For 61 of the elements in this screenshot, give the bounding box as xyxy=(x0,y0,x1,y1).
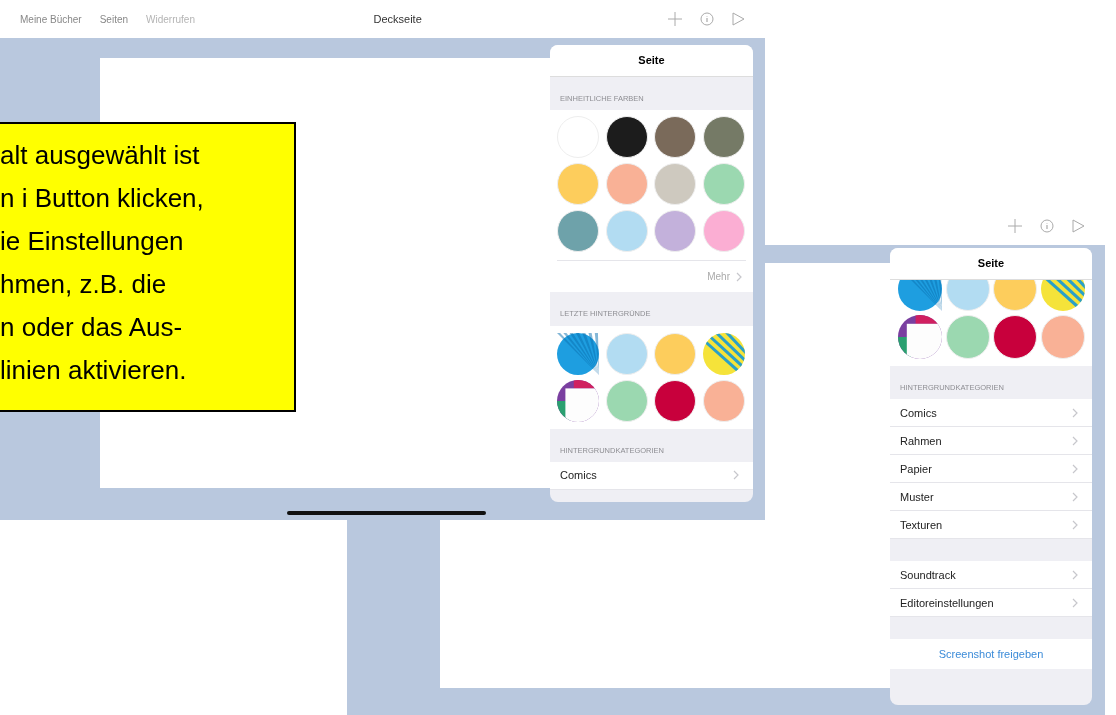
row-label: Comics xyxy=(560,468,597,483)
list-row[interactable]: Comics xyxy=(890,399,1092,428)
color-swatch[interactable] xyxy=(557,210,599,253)
color-swatch[interactable] xyxy=(654,332,696,375)
rays-pattern-swatch[interactable] xyxy=(557,332,599,375)
callout-text: hmen, z.B. die xyxy=(0,268,168,301)
color-swatch[interactable] xyxy=(654,116,696,159)
chevron-icon xyxy=(1072,463,1078,474)
callout-text: n i Button klicken, xyxy=(0,182,205,215)
share-screenshot-button[interactable]: Screenshot freigeben xyxy=(890,639,1092,670)
color-swatch[interactable] xyxy=(993,315,1037,359)
frame-pattern-swatch[interactable] xyxy=(557,379,599,422)
list-row[interactable]: Comics xyxy=(550,461,753,490)
list-row[interactable]: Editoreinstellungen xyxy=(890,589,1092,618)
row-label: Muster xyxy=(900,489,934,505)
list-row[interactable]: Soundtrack xyxy=(890,561,1092,590)
comic-pattern-swatch[interactable] xyxy=(1040,280,1085,311)
nav-link[interactable]: Meine Bücher xyxy=(20,11,82,27)
row-label: Editoreinstellungen xyxy=(900,595,994,611)
color-swatch[interactable] xyxy=(945,315,990,359)
chevron-icon xyxy=(1072,407,1078,418)
play-icon[interactable] xyxy=(732,12,745,26)
color-swatch[interactable] xyxy=(945,280,990,311)
chevron-icon xyxy=(1072,519,1078,530)
popover-title: Seite xyxy=(890,248,1092,280)
color-swatch[interactable] xyxy=(654,210,696,253)
play-icon[interactable] xyxy=(1072,219,1085,233)
plus-icon[interactable] xyxy=(668,12,682,26)
color-swatch[interactable] xyxy=(1040,315,1085,359)
list-row[interactable]: Texturen xyxy=(890,511,1092,540)
color-swatch[interactable] xyxy=(993,280,1037,311)
row-label: Comics xyxy=(900,405,937,421)
row-label: Rahmen xyxy=(900,433,942,449)
color-swatch[interactable] xyxy=(654,163,696,206)
color-swatch[interactable] xyxy=(654,379,696,422)
nav-link[interactable]: Seiten xyxy=(99,11,129,27)
callout-text: alt ausgewählt ist xyxy=(0,139,201,172)
callout-text: n oder das Aus- xyxy=(0,311,184,344)
chevron-icon xyxy=(1072,569,1078,580)
chevron-icon xyxy=(736,271,742,282)
list-row[interactable]: Rahmen xyxy=(890,427,1092,456)
chevron-icon xyxy=(733,470,739,481)
list-row[interactable]: Muster xyxy=(890,483,1092,512)
callout-text: ie Einstellungen xyxy=(0,225,185,258)
document-title: Deckseite xyxy=(373,11,423,27)
row-label: Texturen xyxy=(900,517,943,533)
info-icon[interactable] xyxy=(1040,219,1054,233)
color-swatch[interactable] xyxy=(557,163,599,206)
callout-text: linien aktivieren. xyxy=(0,354,188,387)
comic-pattern-swatch[interactable] xyxy=(702,332,745,375)
chevron-icon xyxy=(1072,491,1078,502)
plus-icon[interactable] xyxy=(1008,219,1022,233)
popover-title: Seite xyxy=(550,45,753,77)
rays-pattern-swatch[interactable] xyxy=(898,280,942,311)
chevron-icon xyxy=(1072,435,1078,446)
info-icon[interactable] xyxy=(700,12,714,26)
frame-pattern-swatch[interactable] xyxy=(898,315,942,359)
row-label: Soundtrack xyxy=(900,567,956,583)
row-label: Papier xyxy=(900,461,932,477)
chevron-icon xyxy=(1072,597,1078,608)
list-row[interactable]: Papier xyxy=(890,455,1092,484)
